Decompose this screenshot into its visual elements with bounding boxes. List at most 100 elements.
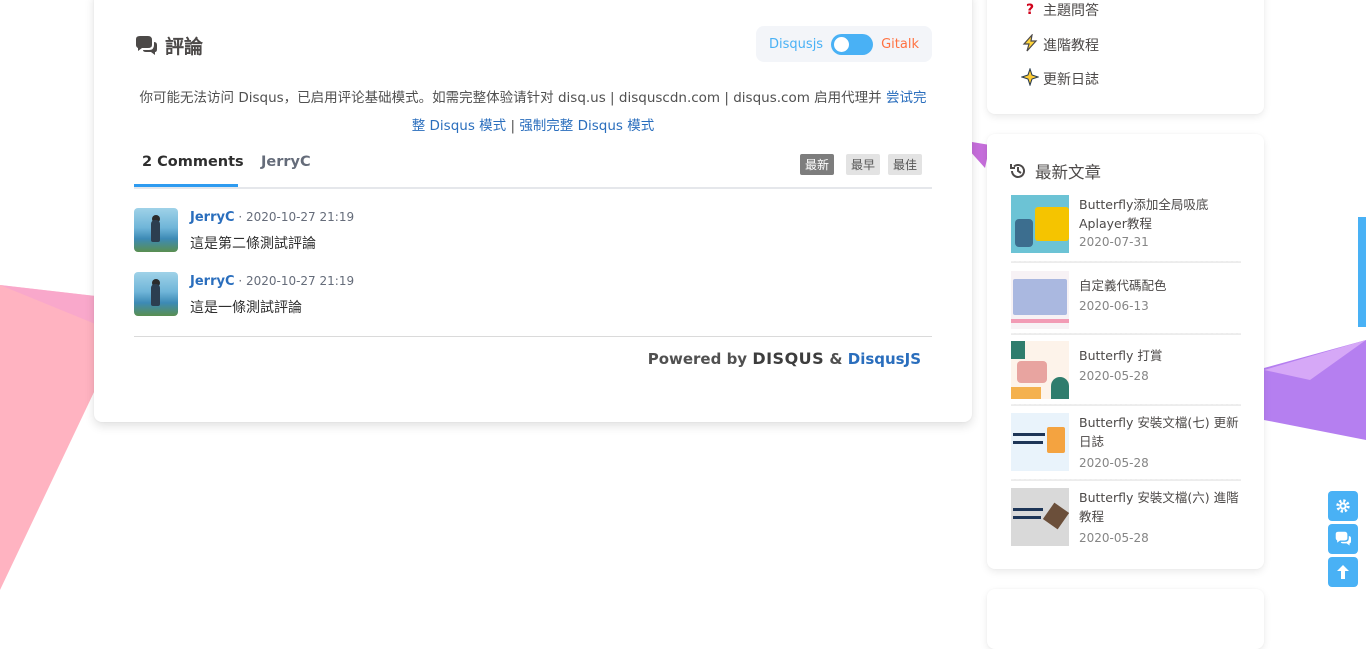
comments-jump-button[interactable] — [1328, 524, 1358, 554]
post-thumbnail[interactable] — [1011, 413, 1069, 471]
post-title[interactable]: Butterfly添加全局吸底Aplayer教程 — [1079, 195, 1241, 233]
sidebar-item-faq[interactable]: ? 主題問答 — [1020, 0, 1099, 20]
post-date: 2020-05-28 — [1079, 531, 1149, 545]
thumb-stripe — [1011, 319, 1069, 323]
scroll-edge-indicator — [1358, 217, 1366, 327]
right-side-actions — [1328, 491, 1358, 590]
thumb-block — [1051, 377, 1069, 399]
switch-label-disqusjs[interactable]: Disqusjs — [769, 37, 823, 52]
comment-system-switch: Disqusjs Gitalk — [756, 26, 932, 62]
disqus-notice: 你可能无法访问 Disqus，已启用评论基础模式。如需完整体验请针对 disq.… — [134, 84, 932, 140]
comments-divider — [134, 336, 932, 337]
avatar-figure-body — [151, 284, 160, 306]
comment-meta: JerryC · 2020-10-27 21:19 — [190, 274, 355, 289]
clipboard-icon — [1047, 427, 1065, 453]
back-to-top-button[interactable] — [1328, 557, 1358, 587]
comment-text: 這是一條測試評論 — [190, 300, 302, 316]
comments-icon — [1335, 531, 1351, 546]
tab-comments-count[interactable]: 2 Comments — [142, 154, 244, 170]
avatar[interactable] — [134, 208, 178, 252]
notice-text: 你可能无法访问 Disqus，已启用评论基础模式。如需完整体验请针对 disq.… — [139, 90, 882, 106]
comment-system-toggle[interactable] — [831, 33, 874, 55]
avatar-figure-body — [151, 220, 160, 242]
post-title[interactable]: Butterfly 打賞 — [1079, 346, 1241, 365]
comment-author[interactable]: JerryC — [190, 210, 235, 225]
recent-posts-card: 最新文章 Butterfly添加全局吸底Aplayer教程 2020-07-31… — [987, 134, 1264, 569]
comment-time: 2020-10-27 21:19 — [245, 210, 355, 224]
sidebar-item-changelog[interactable]: 更新日誌 — [1020, 67, 1099, 90]
comment-text: 這是第二條測試評論 — [190, 236, 316, 252]
sidebar-item-label: 主題問答 — [1043, 3, 1099, 19]
powered-by: Powered by DISQUS & DisqusJS — [134, 349, 921, 368]
recent-post-item[interactable]: Butterfly添加全局吸底Aplayer教程 2020-07-31 — [1011, 195, 1241, 257]
comment-author[interactable]: JerryC — [190, 274, 235, 289]
comments-card: 評論 Disqusjs Gitalk 你可能无法访问 Disqus，已启用评论基… — [94, 0, 972, 422]
post-thumbnail[interactable] — [1011, 488, 1069, 546]
comment-meta: JerryC · 2020-10-27 21:19 — [190, 210, 355, 225]
thumb-block — [1035, 207, 1069, 241]
settings-button[interactable] — [1328, 491, 1358, 521]
comments-icon — [136, 35, 157, 55]
thumb-line — [1013, 516, 1041, 519]
recent-post-item[interactable]: 自定義代碼配色 2020-06-13 — [1011, 271, 1241, 333]
thumb-block — [1013, 279, 1067, 315]
arrow-up-icon — [1337, 565, 1349, 579]
notice-separator: | — [506, 118, 520, 134]
post-title[interactable]: Butterfly 安裝文檔(七) 更新日誌 — [1079, 413, 1241, 451]
active-tab-indicator — [134, 184, 238, 187]
post-date: 2020-07-31 — [1079, 235, 1149, 249]
sidebar-item-label: 更新日誌 — [1043, 72, 1099, 88]
powered-prefix: Powered by — [647, 350, 748, 368]
comment-time: 2020-10-27 21:19 — [245, 274, 355, 288]
avatar[interactable] — [134, 272, 178, 316]
comments-title: 評論 — [165, 36, 204, 58]
post-separator — [1011, 479, 1241, 481]
comment-item: JerryC · 2020-10-27 21:19 這是一條測試評論 — [134, 272, 924, 318]
sort-oldest-button[interactable]: 最早 — [846, 154, 881, 175]
switch-label-gitalk[interactable]: Gitalk — [881, 37, 919, 52]
thumb-line — [1013, 433, 1045, 436]
toggle-knob — [834, 36, 850, 52]
post-separator — [1011, 333, 1241, 335]
comments-header: 評論 — [134, 32, 203, 59]
post-date: 2020-05-28 — [1079, 369, 1149, 383]
sidebar-item-advanced[interactable]: 進階教程 — [1020, 33, 1099, 56]
force-full-disqus-link[interactable]: 强制完整 Disqus 模式 — [519, 118, 654, 134]
tools-icon — [1042, 502, 1069, 530]
comments-tabs: 2 Comments JerryC 最新 最早 最佳 — [134, 142, 932, 189]
tab-user[interactable]: JerryC — [261, 154, 311, 170]
comment-item: JerryC · 2020-10-27 21:19 這是第二條測試評論 — [134, 208, 924, 254]
recent-posts-title: 最新文章 — [1035, 163, 1101, 182]
post-date: 2020-05-28 — [1079, 456, 1149, 470]
recent-posts-header: 最新文章 — [1009, 159, 1101, 183]
thumb-block — [1011, 341, 1025, 359]
post-thumbnail[interactable] — [1011, 271, 1069, 329]
recent-post-item[interactable]: Butterfly 安裝文檔(七) 更新日誌 2020-05-28 — [1011, 413, 1241, 475]
post-title[interactable]: 自定義代碼配色 — [1079, 276, 1241, 295]
thumb-block — [1011, 387, 1041, 399]
thumb-block — [1017, 361, 1047, 383]
sidebar-item-label: 進階教程 — [1043, 38, 1099, 54]
sort-newest-button[interactable]: 最新 — [800, 154, 835, 175]
sparkle-icon — [1020, 67, 1040, 90]
lightning-icon — [1020, 33, 1040, 56]
sort-best-button[interactable]: 最佳 — [888, 154, 923, 175]
thumb-line — [1013, 441, 1043, 444]
sidebar-menu-card: ? 主題問答 進階教程 更新日誌 — [987, 0, 1264, 114]
post-separator — [1011, 261, 1241, 263]
post-date: 2020-06-13 — [1079, 299, 1149, 313]
post-thumbnail[interactable] — [1011, 195, 1069, 253]
thumb-figure — [1015, 219, 1033, 247]
disqusjs-link[interactable]: DisqusJS — [848, 350, 921, 368]
sidebar-next-card — [987, 589, 1264, 649]
post-title[interactable]: Butterfly 安裝文檔(六) 進階教程 — [1079, 488, 1241, 526]
post-thumbnail[interactable] — [1011, 341, 1069, 399]
post-separator — [1011, 404, 1241, 406]
question-icon: ? — [1025, 2, 1035, 18]
thumb-line — [1013, 508, 1043, 511]
disqus-brand-link[interactable]: DISQUS — [752, 349, 824, 368]
recent-post-item[interactable]: Butterfly 安裝文檔(六) 進階教程 2020-05-28 — [1011, 488, 1241, 550]
gear-icon — [1336, 499, 1350, 513]
history-icon — [1010, 163, 1025, 178]
recent-post-item[interactable]: Butterfly 打賞 2020-05-28 — [1011, 341, 1241, 403]
